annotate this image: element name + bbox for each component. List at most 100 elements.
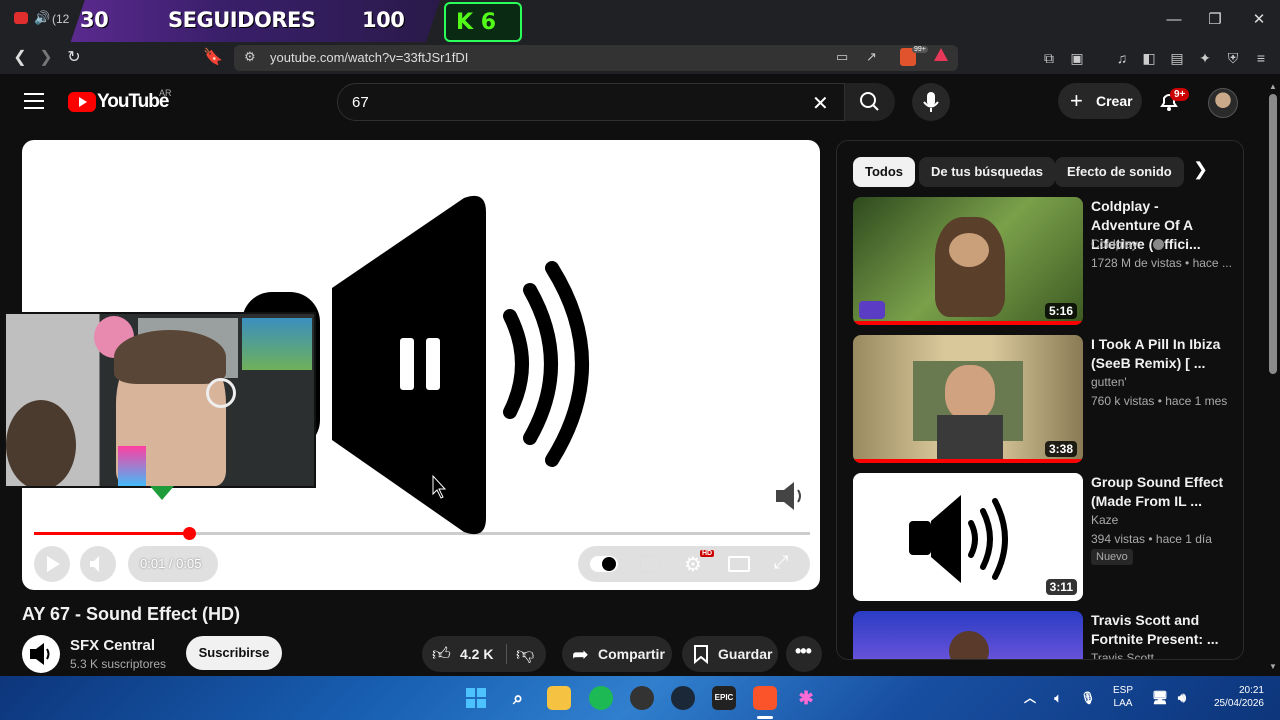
scroll-down-icon[interactable]: ▼ [1269,662,1277,671]
cast-icon[interactable]: ▭ [836,49,848,65]
active-app-indicator [757,716,773,719]
back-button[interactable]: ❮ [8,46,32,70]
search-input[interactable]: 67 ✕ [337,83,845,121]
vpn-icon[interactable]: ⛨ [1224,49,1242,67]
minimize-button[interactable]: — [1164,10,1184,30]
wallet-icon[interactable]: ▣ [1068,49,1086,67]
system-clock[interactable]: 20:21 25/04/2026 [1202,684,1264,710]
reload-button[interactable]: ↻ [62,46,86,70]
recommendation-channel[interactable]: Kaze [1091,513,1118,527]
close-window-button[interactable]: ✕ [1249,10,1269,30]
save-button[interactable]: Guardar [682,636,778,672]
maximize-button[interactable]: ❐ [1205,10,1225,30]
recommendation-item[interactable]: Travis Scott and Fortnite Present: ... T… [853,611,1243,659]
page-scrollbar[interactable]: ▲ ▼ [1266,78,1280,676]
watched-progress [853,321,1083,325]
recommendation-meta: 760 k vistas • hace 1 mes [1091,394,1228,408]
speaker-tab-icon[interactable]: 🔊 [34,10,50,26]
channel-avatar[interactable] [22,635,60,673]
browser-menu-icon[interactable]: ≡ [1252,49,1270,67]
theater-mode-icon[interactable] [728,556,750,572]
recommendation-channel[interactable]: Travis Scott [1091,651,1154,659]
play-button[interactable] [34,546,70,582]
video-thumbnail[interactable]: 3:38 [853,335,1083,463]
search-button[interactable] [845,83,895,121]
subscribe-button[interactable]: Suscribirse [186,636,282,670]
create-button[interactable]: + Crear [1058,83,1142,119]
recommendation-title[interactable]: Travis Scott and Fortnite Present: ... [1091,611,1231,649]
brave-browser-icon[interactable] [753,686,777,710]
recommendation-title[interactable]: I Took A Pill In Ibiza (SeeB Remix) [ ..… [1091,335,1231,373]
region-code: AR [159,88,172,98]
recommendation-item[interactable]: 3:38 I Took A Pill In Ibiza (SeeB Remix)… [853,335,1243,463]
sidebar-icon[interactable]: ◧ [1140,49,1158,67]
more-actions-button[interactable]: ••• [786,636,822,672]
video-thumbnail[interactable]: 3:11 [853,473,1083,601]
extensions-icon[interactable]: ⧉ [1040,49,1058,67]
clear-search-icon[interactable]: ✕ [812,91,829,116]
url-text[interactable]: youtube.com/watch?v=33ftJSr1fDI [270,50,468,65]
obs-icon[interactable] [630,686,654,710]
bookmark-icon[interactable]: 🔖 [201,46,225,70]
subtitles-icon[interactable] [640,556,660,572]
tab-search-icon[interactable]: ▤ [1168,49,1186,67]
like-icon[interactable]: 👍︎ [432,643,451,665]
spotify-icon[interactable] [589,686,613,710]
windows-start-icon[interactable] [464,686,488,710]
watched-progress [853,459,1083,463]
share-icon[interactable]: ↗ [866,49,877,65]
recommendation-item[interactable]: 3:11 Group Sound Effect (Made From IL ..… [853,473,1243,601]
leo-ai-icon[interactable]: ✦ [1196,49,1214,67]
chip-all[interactable]: Todos [853,157,916,187]
scroll-up-icon[interactable]: ▲ [1269,82,1277,91]
tray-speaker-icon[interactable]: 🔈︎ [1046,686,1070,710]
like-count[interactable]: 4.2 K [460,646,493,662]
site-info-icon[interactable]: ⚙ [244,49,256,65]
dislike-icon[interactable]: 👎︎ [516,643,534,665]
video-thumbnail[interactable]: 5:16 [853,197,1083,325]
voice-search-button[interactable] [912,83,950,121]
autoplay-toggle[interactable] [590,556,618,572]
recommendation-item[interactable]: 5:16 Coldplay - Adventure Of A Lifetime … [853,197,1243,325]
file-explorer-icon[interactable] [547,686,571,710]
chips-next-icon[interactable]: ❯ [1193,159,1208,180]
chip-sound-effect[interactable]: Efecto de sonido [1055,157,1184,187]
recommendation-channel[interactable]: gutten' [1091,375,1127,389]
video-title: AY 67 - Sound Effect (HD) [22,604,241,624]
save-label: Guardar [718,646,773,662]
hd-badge: HD [700,550,715,557]
search-query[interactable]: 67 [352,94,369,111]
media-icon[interactable]: ♫ [1113,49,1131,67]
tab-title[interactable]: (12 [52,12,69,26]
chip-from-searches[interactable]: De tus búsquedas [919,157,1055,187]
hamburger-menu-icon[interactable] [24,93,44,109]
youtube-tab-icon[interactable] [14,12,28,24]
network-icon[interactable]: 🖥︎ [1148,686,1172,710]
steam-icon[interactable] [671,686,695,710]
brave-rewards-icon[interactable] [934,48,948,61]
layout-code: LAA [1113,698,1133,709]
keyboard-language[interactable]: ESP LAA [1113,684,1133,710]
volume-tray-icon[interactable]: 🔊︎ [1170,686,1194,710]
forward-button[interactable]: ❯ [34,46,58,70]
share-button[interactable]: ➦ Compartir [562,636,672,672]
scrollbar-thumb[interactable] [1269,94,1277,374]
kick-badge: K 6 [444,2,522,42]
search-taskbar-icon[interactable]: ⌕ [506,686,530,710]
app-icon[interactable]: ✱ [794,686,818,710]
epic-games-icon[interactable]: EPIC [712,686,736,710]
fullscreen-icon[interactable]: ⤢ [774,552,788,573]
address-bar[interactable]: ⚙ youtube.com/watch?v=33ftJSr1fDI ▭ ↗ 99… [234,45,958,71]
tray-overflow-icon[interactable]: ︿ [1018,686,1042,710]
progress-bar[interactable] [34,527,810,540]
video-thumbnail[interactable] [853,611,1083,659]
youtube-logo-icon[interactable] [68,92,96,112]
youtube-logo-text[interactable]: YouTube [97,91,169,113]
channel-name[interactable]: SFX Central [70,637,155,654]
tray-mic-icon[interactable]: 🎙︎ [1076,686,1100,710]
user-avatar[interactable] [1208,88,1238,118]
recommendation-title[interactable]: Group Sound Effect (Made From IL ... [1091,473,1231,511]
mute-button[interactable] [80,546,116,582]
more-dots-icon: ••• [795,641,812,661]
recommendation-channel[interactable]: Coldplay [1091,237,1138,251]
